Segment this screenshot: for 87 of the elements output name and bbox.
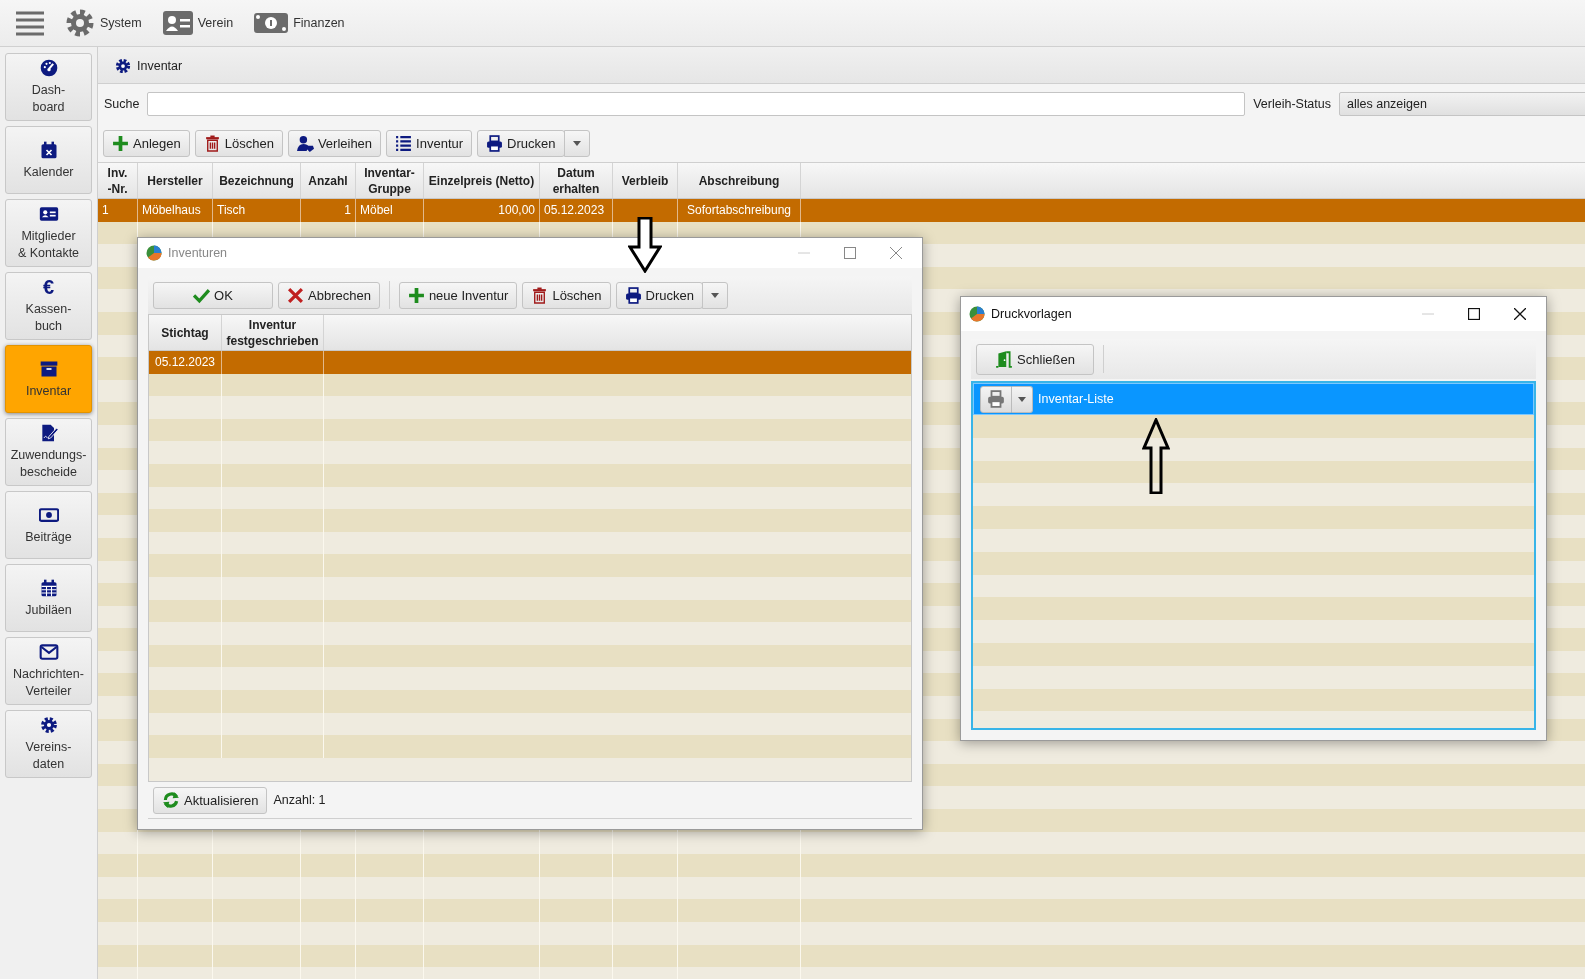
menu-item[interactable]: System [100, 16, 142, 30]
toolbar-button[interactable]: Inventur [386, 129, 473, 157]
status-dropdown[interactable]: alles anzeigen [1339, 92, 1585, 116]
maximize-icon[interactable] [1468, 308, 1480, 320]
list-icon [395, 134, 413, 152]
user-tag-icon [296, 134, 314, 152]
trash-icon [203, 134, 221, 152]
sidebar-item[interactable]: Dash- board [5, 53, 92, 121]
caret-icon [711, 292, 719, 298]
settings-icon [114, 57, 132, 75]
gauge-icon [38, 58, 59, 78]
printer-icon [486, 134, 504, 152]
menu-icon[interactable] [16, 10, 44, 36]
sidebar-item[interactable]: Vereins- daten [5, 710, 92, 778]
plus-icon [112, 134, 129, 152]
tab[interactable]: Inventar [106, 57, 191, 83]
toolbar-button[interactable]: Löschen [194, 129, 283, 157]
close-icon [287, 286, 304, 304]
column-header[interactable]: Hersteller [138, 163, 213, 198]
euro-icon: € [42, 277, 55, 297]
sidebar-item[interactable]: Mitglieder & Kontakte [5, 199, 92, 267]
column-header[interactable]: Bezeichnung [213, 163, 301, 198]
toolbar-button[interactable]: Abbrechen [278, 281, 380, 309]
table-cell: 1 [344, 203, 351, 218]
envelope-icon [38, 642, 59, 662]
filter-label: Verleih-Status [1253, 97, 1331, 111]
table-cell: 1 [102, 203, 109, 218]
window-title: Druckvorlagen [991, 307, 1072, 321]
column-header[interactable]: Stichtag [149, 315, 222, 350]
toolbar-button[interactable]: Drucken [615, 281, 703, 309]
menu-item[interactable]: Verein [197, 16, 234, 30]
table-cell: 100,00 [498, 203, 535, 218]
column-header[interactable]: Datum erhalten [540, 163, 613, 198]
settings-icon [38, 715, 59, 735]
sidebar-item[interactable]: Kalender [5, 126, 92, 194]
door-icon [995, 350, 1014, 368]
column-header[interactable]: Abschreibung [678, 163, 801, 198]
sidebar-item[interactable]: Beiträge [5, 491, 92, 559]
table-cell: Möbel [360, 203, 393, 218]
dropdown-button[interactable] [563, 129, 590, 157]
table-cell: Möbelhaus [142, 203, 201, 218]
caret-icon [572, 140, 581, 146]
search-field[interactable] [147, 92, 1246, 116]
sidebar-item[interactable]: Inventar [5, 345, 92, 413]
column-header[interactable]: Inv. -Nr. [98, 163, 138, 198]
column-header[interactable]: Anzahl [301, 163, 356, 198]
refresh-button[interactable]: Aktualisieren [153, 786, 268, 814]
toolbar-button[interactable]: Anlegen [103, 129, 190, 157]
sidebar-item[interactable]: Nachrichten- Verteiler [5, 637, 92, 705]
toolbar-button[interactable]: neue Inventur [398, 281, 518, 309]
column-header[interactable]: Einzelpreis (Netto) [424, 163, 540, 198]
id-card-icon [38, 204, 59, 224]
sidebar-item[interactable]: Zuwendungs- bescheide [5, 418, 92, 486]
plus-icon [407, 286, 425, 304]
app-logo-icon [146, 245, 162, 261]
template-name: Inventar-Liste [1038, 392, 1114, 406]
table-cell: 05.12.2023 [544, 203, 605, 218]
row-count: Anzahl: 1 [273, 793, 326, 807]
check-icon [193, 286, 211, 304]
print-button[interactable] [980, 385, 1012, 413]
toolbar-button[interactable]: Löschen [522, 281, 611, 309]
table-row[interactable]: 05.12.2023 [149, 351, 911, 374]
gear-icon[interactable] [64, 7, 96, 39]
menu-item[interactable]: Finanzen [293, 16, 345, 30]
dropdown-button[interactable] [702, 281, 728, 309]
refresh-icon [162, 791, 180, 809]
column-header[interactable]: Inventar- Gruppe [356, 163, 424, 198]
table-cell: Sofortabschreibung [686, 203, 792, 218]
window-title: Inventuren [168, 246, 228, 260]
table-cell: 05.12.2023 [154, 355, 216, 370]
toolbar-button[interactable]: OK [153, 281, 273, 309]
trash-icon [531, 286, 549, 304]
column-header[interactable]: Inventur festgeschrieben [222, 315, 324, 350]
toolbar-button[interactable]: Drucken [477, 129, 565, 157]
close-icon[interactable] [1514, 308, 1526, 320]
app-logo-icon [969, 306, 985, 322]
close-button[interactable]: Schließen [976, 343, 1094, 375]
sidebar-item[interactable]: Jubiläen [5, 564, 92, 632]
dropdown-button[interactable] [1012, 385, 1033, 413]
sidebar-item[interactable]: € Kassen- buch [5, 272, 92, 340]
printer-icon [987, 390, 1005, 408]
table-row[interactable]: 1 Möbelhaus Tisch 1 Möbel 100,00 05.12.2023 Sofortabschreibung [98, 199, 1585, 222]
search-label: Suche [104, 97, 140, 111]
table-cell: Tisch [217, 203, 246, 218]
toolbar-button[interactable]: Verleihen [287, 129, 382, 157]
column-header[interactable]: Verbleib [613, 163, 678, 198]
printer-icon [624, 286, 642, 304]
